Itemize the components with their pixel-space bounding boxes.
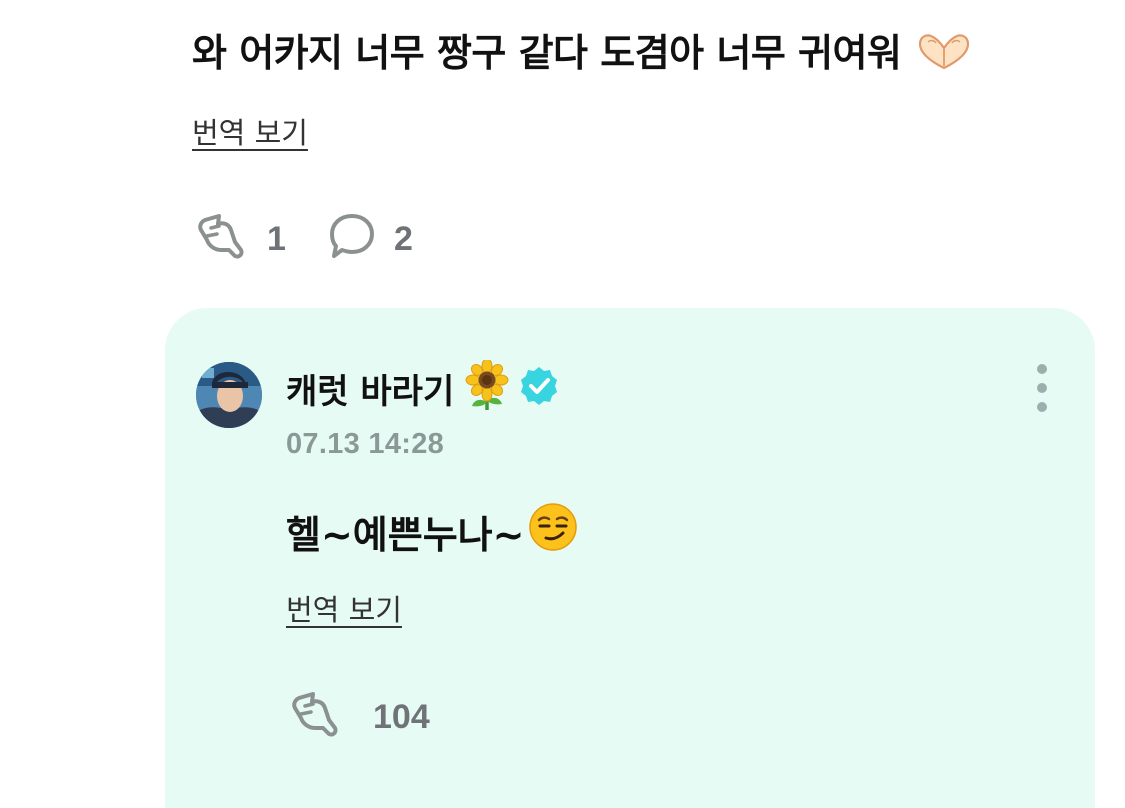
translate-link[interactable]: 번역 보기 xyxy=(286,587,402,629)
author-name[interactable]: 캐럿 바라기 xyxy=(286,364,454,413)
sunflower-icon xyxy=(464,358,510,416)
more-dot-icon xyxy=(1037,383,1047,393)
reply-button[interactable]: 2 xyxy=(328,212,413,266)
verified-badge-icon xyxy=(518,365,560,411)
more-options-button[interactable] xyxy=(1026,362,1058,416)
heart-hands-emoji-icon xyxy=(916,32,972,81)
comment-text: 와 어카지 너무 짱구 같다 도겸아 너무 귀여워 xyxy=(192,22,972,81)
smirking-face-emoji-icon xyxy=(528,502,578,561)
author-row: 캐럿 바라기 xyxy=(286,358,560,416)
like-hand-icon xyxy=(195,212,249,266)
like-hand-icon xyxy=(289,690,343,744)
like-button[interactable]: 104 xyxy=(289,690,430,744)
avatar[interactable] xyxy=(196,362,262,428)
reply-count: 2 xyxy=(394,219,413,258)
like-count: 104 xyxy=(373,697,430,736)
comment-bubble-icon xyxy=(328,212,376,266)
more-dot-icon xyxy=(1037,364,1047,374)
like-count: 1 xyxy=(267,219,286,258)
like-button[interactable]: 1 xyxy=(195,212,286,266)
translate-link[interactable]: 번역 보기 xyxy=(192,110,308,152)
more-dot-icon xyxy=(1037,402,1047,412)
reply-body: 헬~예쁜누나~ xyxy=(286,513,525,557)
reply-text: 헬~예쁜누나~ xyxy=(286,502,578,561)
reply-timestamp: 07.13 14:28 xyxy=(286,428,445,460)
comment-body: 와 어카지 너무 짱구 같다 도겸아 너무 귀여워 xyxy=(192,31,902,75)
